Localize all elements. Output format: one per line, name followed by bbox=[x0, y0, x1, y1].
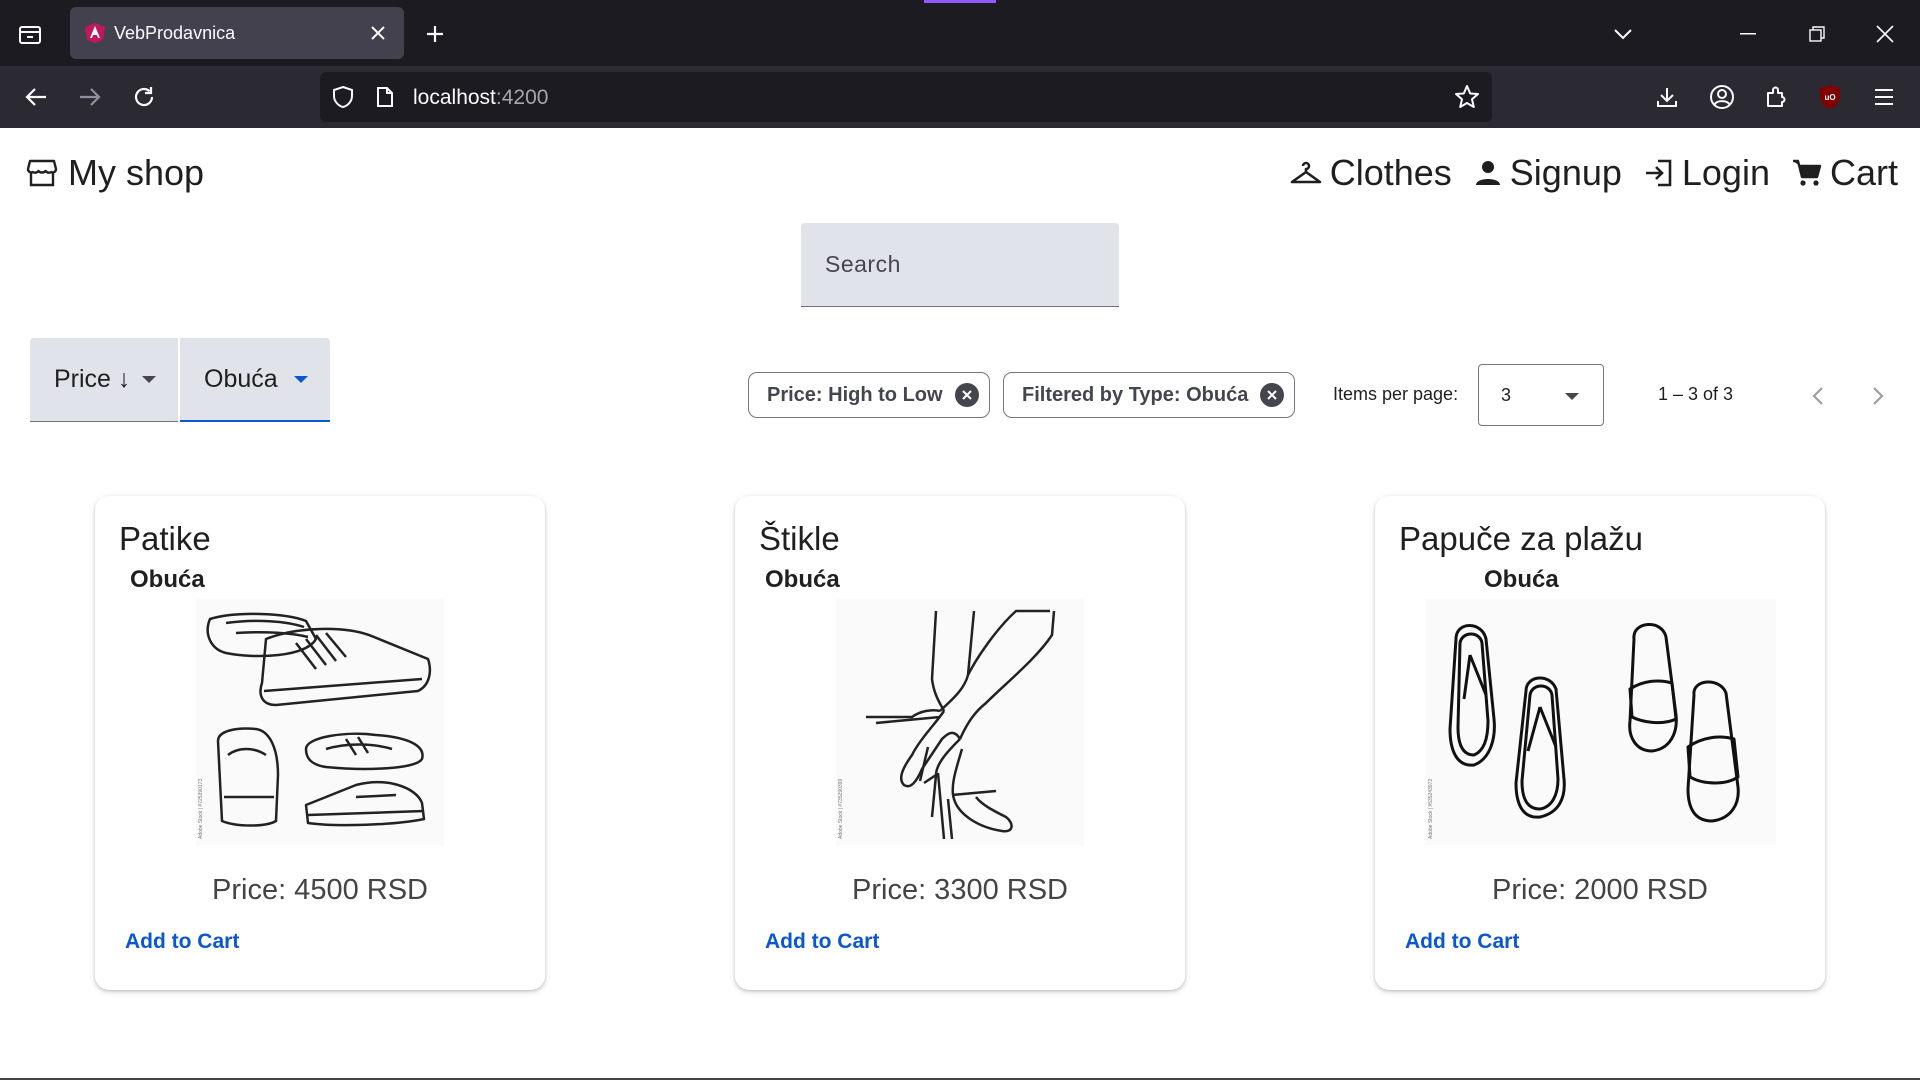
svg-text:Adobe Stock | #725390173: Adobe Stock | #725390173 bbox=[198, 779, 204, 839]
url-port: :4200 bbox=[495, 86, 549, 109]
product-type: Obuća bbox=[765, 566, 840, 593]
type-select[interactable]: Obuća bbox=[180, 338, 330, 422]
sort-select[interactable]: Price ↓ bbox=[30, 338, 178, 422]
product-card: Papuče za plažu Obuća Adobe Stock | #535… bbox=[1375, 496, 1825, 990]
tab-close-icon[interactable] bbox=[364, 19, 392, 47]
items-per-page-select[interactable]: 3 bbox=[1478, 364, 1604, 426]
url-text[interactable]: localhost:4200 bbox=[413, 86, 548, 110]
chevron-down-icon bbox=[294, 375, 308, 383]
angular-favicon-icon bbox=[85, 23, 105, 43]
page-info-icon[interactable] bbox=[372, 84, 398, 110]
product-image-heels: Adobe Stock | #735290399 bbox=[836, 599, 1084, 845]
back-icon[interactable] bbox=[18, 79, 54, 115]
nav-cart-link[interactable]: Cart bbox=[1792, 152, 1898, 194]
nav-cart-label: Cart bbox=[1829, 152, 1898, 193]
add-to-cart-button[interactable]: Add to Cart bbox=[1405, 930, 1519, 954]
menu-hamburger-icon[interactable] bbox=[1866, 79, 1902, 115]
product-price: Price: 4500 RSD bbox=[212, 874, 428, 906]
product-name: Papuče za plažu bbox=[1399, 520, 1644, 557]
shopping-cart-icon bbox=[1792, 159, 1822, 186]
person-icon bbox=[1475, 161, 1500, 185]
remove-type-filter-chip-icon[interactable] bbox=[1260, 383, 1285, 407]
add-to-cart-button[interactable]: Add to Cart bbox=[765, 930, 879, 954]
chevron-down-icon bbox=[142, 376, 156, 383]
product-type: Obuća bbox=[1484, 566, 1559, 593]
bookmark-star-icon[interactable] bbox=[1454, 84, 1480, 110]
svg-text:uO: uO bbox=[1824, 93, 1835, 102]
brand[interactable]: My shop bbox=[26, 152, 204, 194]
shield-icon[interactable] bbox=[330, 84, 356, 110]
search-field[interactable] bbox=[801, 223, 1119, 307]
hanger-icon bbox=[1290, 161, 1322, 184]
previous-page-button[interactable] bbox=[1800, 378, 1836, 414]
nav-signup-label: Signup bbox=[1509, 152, 1622, 193]
svg-text:Adobe Stock | #535243972: Adobe Stock | #535243972 bbox=[1428, 779, 1434, 839]
browser-tab-bar: VebProdavnica bbox=[0, 0, 1920, 66]
type-select-value: Obuća bbox=[204, 364, 278, 393]
address-bar[interactable]: localhost:4200 bbox=[320, 72, 1492, 122]
restore-icon[interactable] bbox=[1800, 17, 1834, 51]
product-card: Patike Obuća Adobe Stock | #725390173 Pr… bbox=[95, 496, 545, 990]
forward-icon[interactable] bbox=[72, 79, 108, 115]
downloads-icon[interactable] bbox=[1649, 79, 1685, 115]
product-price: Price: 3300 RSD bbox=[852, 874, 1068, 906]
nav-login-link[interactable]: Login bbox=[1644, 152, 1770, 194]
type-filter-chip-label: Filtered by Type: Obuća bbox=[1022, 383, 1249, 406]
brand-title: My shop bbox=[68, 152, 205, 193]
next-page-button[interactable] bbox=[1860, 378, 1896, 414]
chevron-left-icon bbox=[1812, 387, 1823, 405]
account-icon[interactable] bbox=[1704, 79, 1740, 115]
url-host: localhost bbox=[413, 86, 496, 109]
nav-clothes-link[interactable]: Clothes bbox=[1290, 152, 1452, 194]
extensions-icon[interactable] bbox=[1758, 79, 1794, 115]
browser-tab-active[interactable]: VebProdavnica bbox=[70, 7, 404, 59]
new-tab-icon[interactable] bbox=[418, 17, 452, 51]
product-price: Price: 2000 RSD bbox=[1492, 874, 1708, 906]
svg-text:Adobe Stock | #735290399: Adobe Stock | #735290399 bbox=[838, 779, 844, 839]
page-range-label: 1 – 3 of 3 bbox=[1658, 384, 1734, 404]
ublock-icon[interactable]: uO bbox=[1812, 79, 1848, 115]
tab-accent-line bbox=[924, 0, 996, 3]
browser-nav-bar: localhost:4200 uO bbox=[0, 66, 1920, 128]
minimize-icon[interactable] bbox=[1731, 17, 1765, 51]
sort-chip-label: Price: High to Low bbox=[767, 383, 943, 406]
sort-select-value: Price ↓ bbox=[54, 365, 131, 393]
product-name: Štikle bbox=[759, 520, 840, 557]
tab-title: VebProdavnica bbox=[114, 22, 236, 43]
login-icon bbox=[1645, 159, 1672, 187]
chevron-down-icon bbox=[1565, 393, 1579, 400]
filter-selects: Price ↓ Obuća bbox=[30, 338, 330, 422]
items-per-page-label: Items per page: bbox=[1333, 384, 1459, 404]
product-image-beach-slippers: Adobe Stock | #535243972 bbox=[1426, 599, 1776, 845]
nav-clothes-label: Clothes bbox=[1329, 152, 1452, 193]
remove-sort-chip-icon[interactable] bbox=[954, 383, 979, 407]
product-card: Štikle Obuća Adobe Stock | #735290399 Pr… bbox=[735, 496, 1185, 990]
items-per-page-value: 3 bbox=[1501, 385, 1512, 405]
window-close-icon[interactable] bbox=[1868, 17, 1902, 51]
search-input[interactable] bbox=[825, 251, 1095, 278]
top-navigation: Clothes Signup Login Cart bbox=[1268, 152, 1898, 194]
page-content: My shop Clothes Signup Login Cart Price … bbox=[0, 128, 1920, 1080]
tab-list-icon[interactable] bbox=[14, 18, 46, 50]
add-to-cart-button[interactable]: Add to Cart bbox=[125, 930, 239, 954]
sort-chip[interactable]: Price: High to Low bbox=[748, 372, 990, 418]
chevron-right-icon bbox=[1873, 387, 1884, 405]
storefront-icon bbox=[26, 159, 58, 187]
list-all-tabs-icon[interactable] bbox=[1606, 17, 1640, 51]
nav-login-label: Login bbox=[1681, 152, 1770, 193]
product-type: Obuća bbox=[130, 566, 205, 593]
product-image-sneakers: Adobe Stock | #725390173 bbox=[196, 599, 444, 845]
reload-icon[interactable] bbox=[126, 79, 162, 115]
product-name: Patike bbox=[119, 520, 211, 557]
type-filter-chip[interactable]: Filtered by Type: Obuća bbox=[1003, 372, 1296, 418]
nav-signup-link[interactable]: Signup bbox=[1474, 152, 1622, 194]
